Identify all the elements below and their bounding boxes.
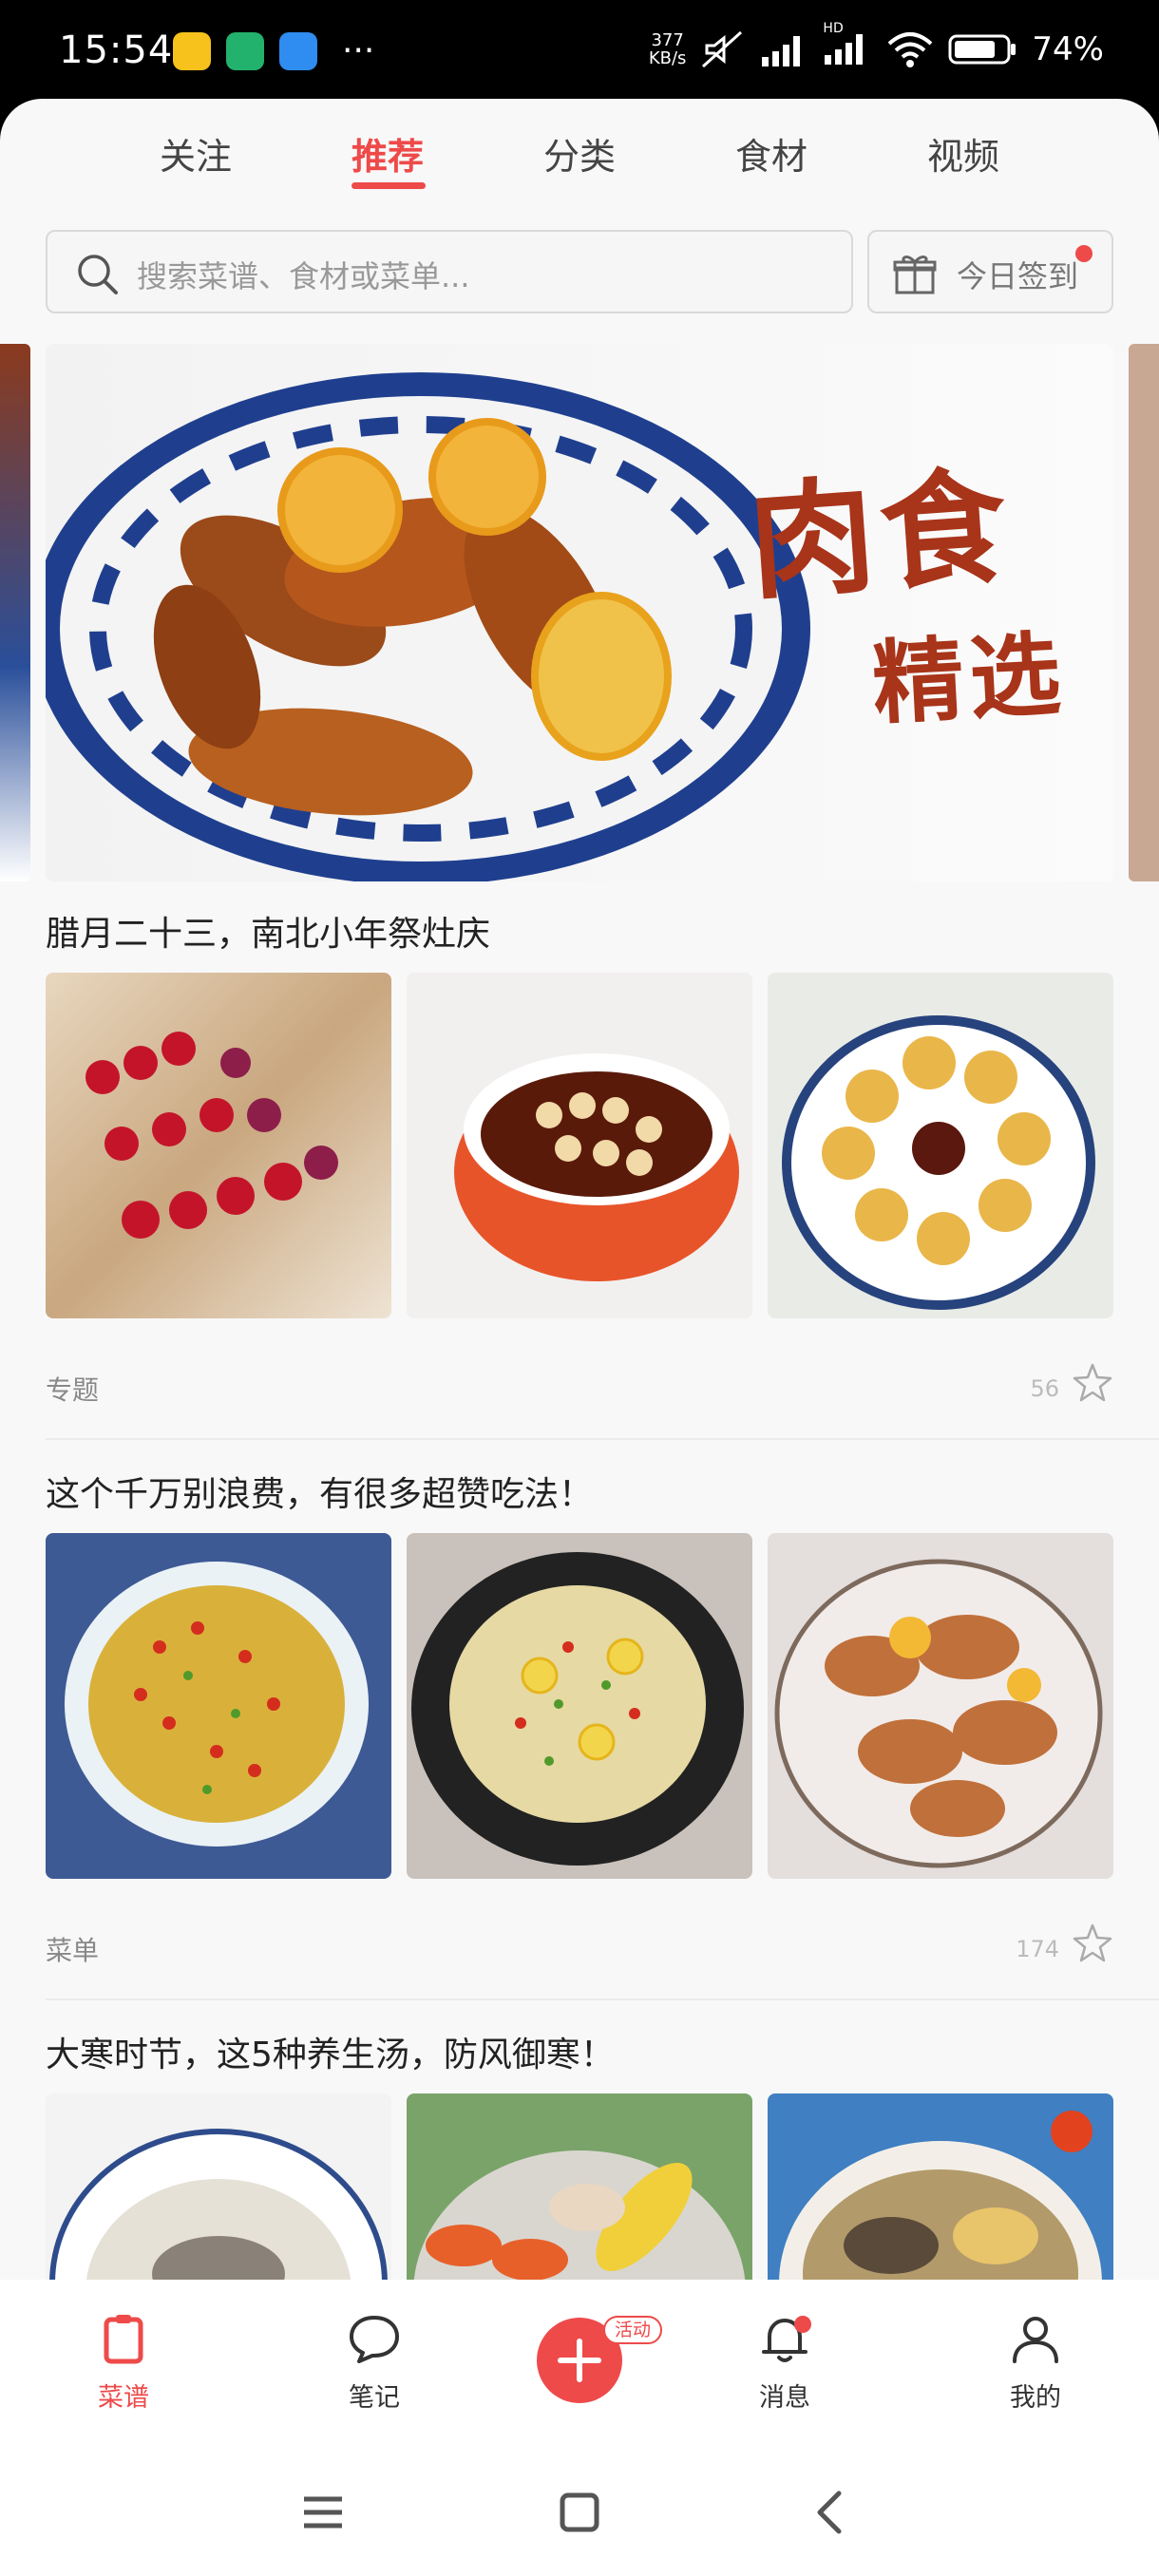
battery-icon — [948, 34, 1016, 65]
chicken-feet-image — [65, 1562, 369, 1847]
banner-title: 肉食 — [744, 452, 1016, 618]
nav-label: 消息 — [759, 2383, 810, 2413]
app-notification-icon — [226, 32, 264, 70]
tab-category[interactable]: 分类 — [543, 127, 616, 180]
gift-icon — [893, 256, 937, 294]
divider — [46, 1438, 1159, 1440]
tab-recommend[interactable]: 推荐 — [352, 127, 424, 180]
tab-follow[interactable]: 关注 — [160, 127, 232, 180]
card-title[interactable]: 腊月二十三，南北小年祭灶庆 — [46, 906, 490, 956]
nav-label: 笔记 — [349, 2383, 400, 2413]
app-notification-icon — [173, 32, 211, 70]
card-images — [46, 973, 1113, 1318]
wontons-image — [782, 1015, 1095, 1310]
banner-subtitle: 精选 — [869, 619, 1070, 738]
banner-prev-peek[interactable] — [0, 344, 30, 881]
app-notification-icon — [279, 32, 317, 70]
search-icon — [78, 255, 118, 294]
nav-label: 菜谱 — [98, 2383, 149, 2413]
status-bar: 15:54 ··· 377 KB/s HD 74% — [0, 0, 1159, 104]
system-navigation-bar — [0, 2446, 1159, 2576]
home-icon[interactable] — [551, 2484, 608, 2541]
recipe-app: 关注 推荐 分类 食材 视频 搜索菜谱、食材或菜单... 今日签到 肉食 精选 … — [0, 99, 1159, 2576]
divider — [46, 1998, 1159, 2000]
top-tabs: 关注 推荐 分类 食材 视频 — [0, 99, 1159, 222]
card-title[interactable]: 大寒时节，这5种养生汤，防风御寒！ — [46, 2027, 615, 2076]
nav-notes[interactable]: 笔记 — [308, 2280, 441, 2446]
unread-dot — [794, 2316, 811, 2333]
note-chat-icon — [350, 2316, 399, 2363]
recipe-image[interactable] — [768, 973, 1113, 1318]
search-placeholder: 搜索菜谱、食材或菜单... — [137, 258, 470, 294]
nav-recipes[interactable]: 菜谱 — [57, 2280, 190, 2446]
card-images — [46, 1533, 1113, 1879]
more-dots-icon: ··· — [342, 31, 375, 70]
notification-dot — [1075, 245, 1092, 262]
mute-icon — [702, 30, 743, 68]
recipe-image[interactable] — [407, 973, 752, 1318]
favorite-count: 174 — [1016, 1936, 1059, 1962]
recipe-image[interactable] — [46, 1533, 391, 1879]
banner-next-peek[interactable] — [1129, 344, 1159, 881]
recipe-image[interactable] — [46, 973, 391, 1318]
star-icon[interactable] — [1072, 1362, 1113, 1404]
checkin-label: 今日签到 — [957, 258, 1079, 294]
recipe-image[interactable] — [407, 1533, 752, 1879]
search-input[interactable]: 搜索菜谱、食材或菜单... — [46, 230, 853, 313]
nav-profile[interactable]: 我的 — [969, 2280, 1102, 2446]
tab-ingredients[interactable]: 食材 — [735, 127, 808, 180]
activity-badge: 活动 — [603, 2316, 663, 2344]
back-icon[interactable] — [803, 2484, 860, 2541]
network-badge: HD — [823, 21, 844, 36]
banner-carousel[interactable]: 肉食 精选 — [46, 344, 1113, 881]
active-tab-indicator — [352, 182, 426, 189]
card-tag: 菜单 — [46, 1935, 100, 1966]
card-title[interactable]: 这个千万别浪费，有很多超赞吃法！ — [46, 1467, 593, 1516]
sweet-soup-image — [454, 1053, 739, 1281]
star-icon[interactable] — [1072, 1923, 1113, 1964]
signal-icon — [762, 36, 801, 66]
nav-messages[interactable]: 消息 — [718, 2280, 851, 2446]
candied-haws-image — [86, 1032, 338, 1239]
pork-trotters-image — [774, 1559, 1103, 1868]
tab-video[interactable]: 视频 — [927, 127, 999, 180]
battery-percent: 74% — [1032, 30, 1104, 68]
wifi-icon — [888, 32, 933, 67]
lemon-chicken-image — [411, 1552, 744, 1866]
net-speed: 377 KB/s — [648, 30, 687, 68]
notification-icons: ··· — [173, 32, 374, 70]
status-time: 15:54 — [59, 28, 174, 72]
nav-label: 我的 — [1010, 2383, 1061, 2413]
card-tag: 专题 — [46, 1374, 100, 1406]
profile-icon — [1013, 2317, 1058, 2363]
bottom-nav: 菜谱 笔记 活动 消息 我的 — [0, 2280, 1159, 2446]
daily-checkin-button[interactable]: 今日签到 — [867, 230, 1113, 313]
menu-icon[interactable] — [294, 2484, 352, 2541]
recipe-icon — [104, 2315, 143, 2364]
recipe-image[interactable] — [768, 1533, 1113, 1879]
favorite-count: 56 — [1030, 1375, 1059, 1402]
